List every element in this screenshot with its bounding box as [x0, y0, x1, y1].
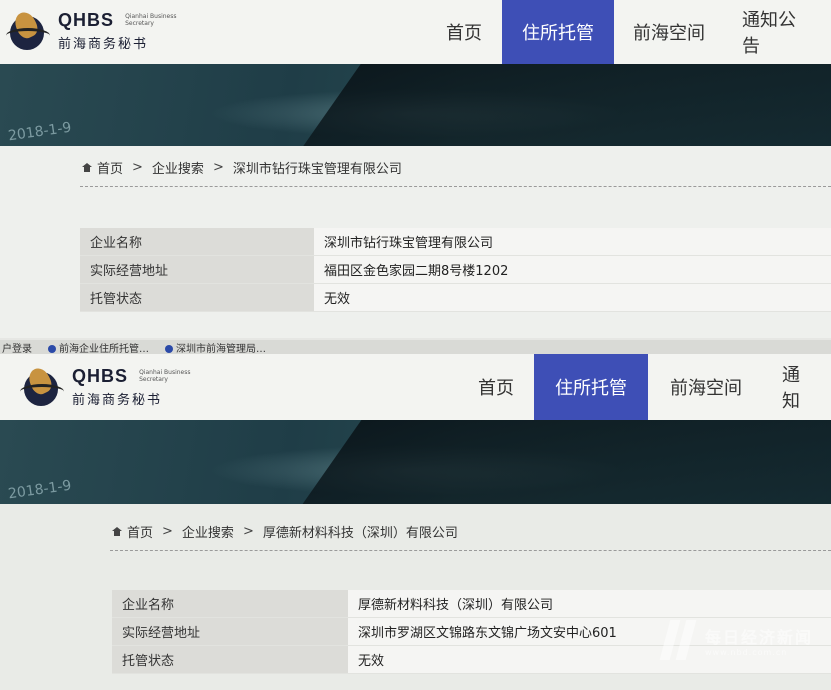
table-row: 企业名称 厚德新材料科技（深圳）有限公司: [112, 590, 831, 618]
bookmark-item[interactable]: 前海企业住所托管…: [48, 340, 149, 354]
field-label: 实际经营地址: [112, 617, 348, 646]
field-label: 实际经营地址: [80, 255, 314, 284]
bookmark-item[interactable]: 深圳市前海管理局…: [165, 340, 266, 354]
field-value: 福田区金色家园二期8号楼1202: [314, 255, 831, 284]
table-row: 托管状态 无效: [80, 283, 831, 312]
logo-en-text: Qianhai Business Secretary: [125, 13, 177, 27]
nav-notice[interactable]: 通知公告: [724, 0, 812, 64]
logo-main-text: QHBS: [58, 10, 115, 30]
field-label: 企业名称: [112, 590, 348, 618]
breadcrumb-search[interactable]: 企业搜索: [182, 522, 234, 541]
breadcrumb-home[interactable]: 首页: [97, 158, 123, 177]
divider: [110, 550, 831, 551]
bookmark-item[interactable]: 户登录: [2, 340, 32, 355]
field-value: 深圳市钻行珠宝管理有限公司: [314, 228, 831, 256]
field-label: 企业名称: [80, 228, 314, 256]
watermark-cn: 每日经济新闻: [704, 627, 813, 647]
breadcrumb-separator: >: [162, 524, 173, 539]
logo-mark-icon: [20, 364, 66, 408]
breadcrumb-current: 厚德新材料科技（深圳）有限公司: [262, 526, 458, 541]
screenshot-top: QHBS Qianhai Business Secretary 前海商务秘书 首…: [0, 0, 831, 338]
bookmark-icon: [48, 344, 56, 353]
breadcrumb-separator: >: [132, 160, 143, 175]
field-label: 托管状态: [112, 645, 348, 674]
divider: [80, 186, 831, 187]
news-watermark: 每日经济新闻 www.nbd.com.cn: [659, 620, 813, 660]
hero-banner: 2018-1-9: [0, 64, 831, 146]
watermark-en: www.nbd.com.cn: [704, 647, 788, 657]
bookmarks-bar: 户登录 前海企业住所托管… 深圳市前海管理局…: [0, 340, 831, 354]
main-nav: 首页 住所托管 前海空间 通知公告: [426, 0, 812, 64]
field-value: 无效: [314, 283, 831, 312]
site-logo[interactable]: QHBS Qianhai Business Secretary 前海商务秘书: [20, 364, 199, 408]
breadcrumb: 首页 > 企业搜索 > 厚德新材料科技（深圳）有限公司: [112, 522, 458, 541]
nav-home[interactable]: 首页: [426, 0, 502, 64]
home-icon: [82, 163, 92, 172]
hero-banner: 2018-1-9: [0, 420, 831, 504]
screenshot-bottom: 户登录 前海企业住所托管… 深圳市前海管理局… QHBS Qianhai Bus…: [0, 340, 831, 690]
site-header: QHBS Qianhai Business Secretary 前海商务秘书 首…: [0, 354, 831, 420]
breadcrumb-separator: >: [212, 160, 224, 175]
logo-cn-text: 前海商务秘书: [58, 37, 149, 52]
logo-mark-icon: [6, 8, 52, 52]
logo-en-text: Qianhai Business Secretary: [139, 369, 191, 383]
logo-main-text: QHBS: [72, 366, 129, 386]
logo-cn-text: 前海商务秘书: [72, 393, 163, 408]
bookmark-icon: [165, 344, 173, 353]
breadcrumb-separator: >: [242, 524, 254, 539]
watermark-logo-icon: [659, 620, 699, 660]
table-row: 实际经营地址 福田区金色家园二期8号楼1202: [80, 255, 831, 284]
field-label: 托管状态: [80, 283, 314, 312]
company-info-table: 企业名称 深圳市钻行珠宝管理有限公司 实际经营地址 福田区金色家园二期8号楼12…: [80, 228, 831, 312]
banner-scrawl: 2018-1-9: [7, 119, 73, 145]
breadcrumb-home[interactable]: 首页: [127, 522, 153, 541]
nav-residence[interactable]: 住所托管: [502, 0, 614, 64]
banner-scrawl: 2018-1-9: [7, 477, 73, 503]
nav-home[interactable]: 首页: [458, 354, 534, 420]
nav-space[interactable]: 前海空间: [614, 0, 724, 64]
field-value: 厚德新材料科技（深圳）有限公司: [348, 590, 831, 618]
breadcrumb-search[interactable]: 企业搜索: [152, 158, 204, 177]
site-logo[interactable]: QHBS Qianhai Business Secretary 前海商务秘书: [6, 8, 185, 52]
nav-notice[interactable]: 通知: [764, 354, 812, 420]
main-nav: 首页 住所托管 前海空间 通知: [458, 354, 812, 420]
nav-residence[interactable]: 住所托管: [534, 354, 648, 420]
breadcrumb-current: 深圳市钻行珠宝管理有限公司: [232, 162, 402, 177]
site-header: QHBS Qianhai Business Secretary 前海商务秘书 首…: [0, 0, 831, 64]
home-icon: [112, 527, 122, 536]
breadcrumb: 首页 > 企业搜索 > 深圳市钻行珠宝管理有限公司: [82, 158, 402, 177]
nav-space[interactable]: 前海空间: [648, 354, 764, 420]
table-row: 企业名称 深圳市钻行珠宝管理有限公司: [80, 228, 831, 256]
